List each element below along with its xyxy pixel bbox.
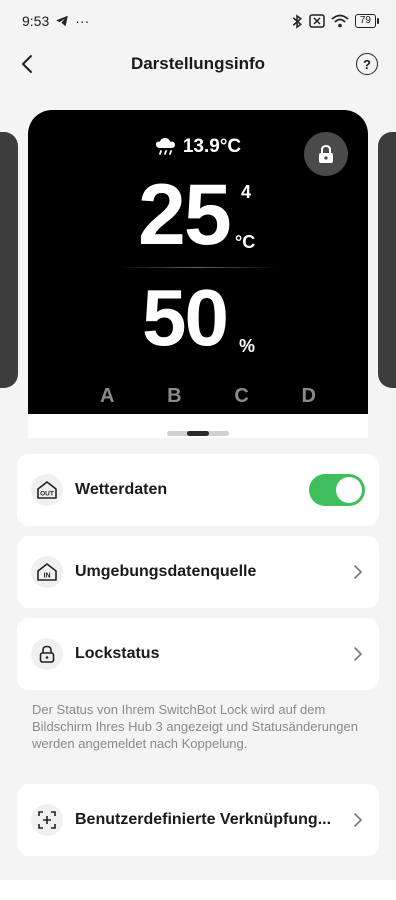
weather-data-label: Wetterdaten (75, 481, 168, 498)
chevron-right-icon (354, 565, 363, 579)
weather-temperature: 13.9°C (182, 136, 242, 157)
humidity-unit: % (239, 336, 256, 356)
battery-indicator: 79 (354, 14, 380, 28)
status-more: ··· (75, 13, 90, 29)
home-in-icon: IN (37, 563, 57, 581)
shortcut-icon (38, 811, 56, 829)
help-button[interactable]: ? (356, 53, 378, 75)
bottom-bar (0, 880, 396, 900)
home-out-icon-wrap: OUT (31, 474, 63, 506)
environment-source-label: Umgebungsdatenquelle (75, 563, 257, 580)
help-icon: ? (363, 56, 371, 72)
status-time: 9:53 (22, 13, 50, 29)
lock-status-note: Der Status von Ihrem SwitchBot Lock wird… (32, 702, 358, 751)
lock-outline-icon (39, 645, 55, 663)
rain-cloud-icon (155, 138, 175, 155)
device-button-b: B (167, 385, 182, 407)
header: Darstellungsinfo ? (0, 42, 396, 86)
lock-icon-wrap (31, 638, 63, 670)
environment-source-row[interactable]: IN Umgebungsdatenquelle (17, 536, 379, 608)
telegram-icon (56, 15, 69, 27)
temperature-decimal: 4 (241, 182, 252, 202)
wifi-icon (331, 14, 349, 28)
shortcut-icon-wrap (31, 804, 63, 836)
previous-display-card[interactable] (0, 132, 18, 388)
device-buttons: A B C D (100, 385, 316, 408)
humidity-value: 50 (142, 273, 229, 362)
page-title: Darstellungsinfo (130, 54, 266, 73)
custom-shortcut-row[interactable]: Benutzerdefinierte Verknüpfung... (17, 784, 379, 856)
bluetooth-icon (292, 13, 302, 29)
back-icon[interactable] (16, 52, 40, 76)
status-bar: 9:53 ··· 79 (0, 0, 396, 42)
svg-text:OUT: OUT (40, 491, 54, 498)
chevron-right-icon (354, 813, 363, 827)
lock-icon (319, 144, 333, 163)
lock-status-row[interactable]: Lockstatus (17, 618, 379, 690)
carousel-pager[interactable] (167, 431, 229, 436)
display-preview: 13.9°C 25 4 °C 50 % A B C D (28, 110, 368, 430)
pager-active-indicator (187, 431, 209, 436)
sim-off-icon (309, 14, 325, 28)
temperature-unit: °C (235, 232, 256, 252)
device-button-c: C (234, 385, 249, 407)
chevron-right-icon (354, 647, 363, 661)
lock-status-badge (304, 132, 348, 176)
weather-data-row: OUT Wetterdaten (17, 454, 379, 526)
device-button-a: A (100, 385, 115, 407)
home-out-icon: OUT (37, 481, 57, 499)
temperature-value: 25 (138, 167, 232, 263)
device-button-d: D (301, 385, 316, 407)
home-in-icon-wrap: IN (31, 556, 63, 588)
toggle-knob (336, 477, 362, 503)
custom-shortcut-label: Benutzerdefinierte Verknüpfung... (75, 811, 332, 828)
next-display-card[interactable] (378, 132, 396, 388)
lock-status-label: Lockstatus (75, 645, 160, 662)
display-divider (118, 267, 278, 268)
svg-text:IN: IN (44, 573, 51, 580)
weather-data-toggle[interactable] (309, 474, 365, 506)
